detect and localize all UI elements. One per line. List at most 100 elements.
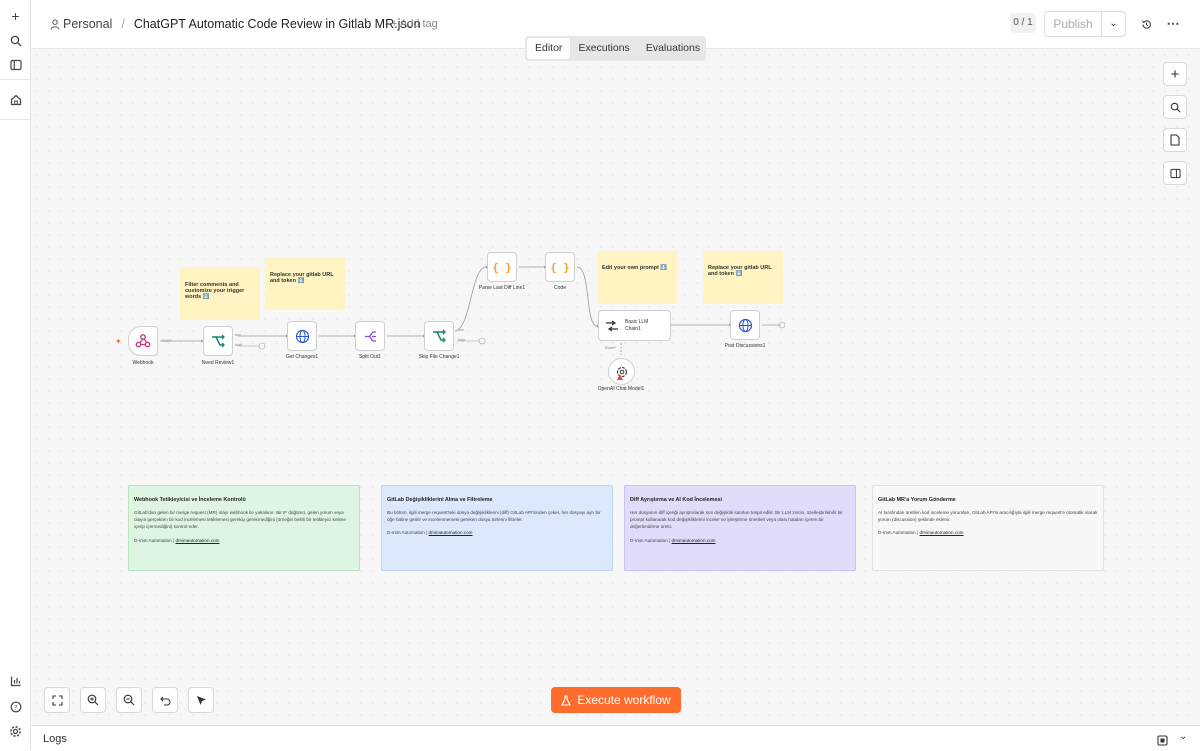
skip-file-change-node[interactable]: [424, 321, 454, 351]
true-port-label: true: [235, 333, 242, 337]
code-braces-icon: { }: [492, 260, 512, 274]
note-footer-link[interactable]: dmimautomation.com: [429, 530, 473, 535]
chevron-down-icon[interactable]: ⌄: [1179, 731, 1187, 742]
history-icon[interactable]: [1136, 14, 1156, 34]
workflow-canvas[interactable]: Filter comments and customize your trigg…: [31, 49, 1200, 725]
webhook-icon: [135, 334, 151, 348]
parse-last-diff-node[interactable]: { }: [487, 252, 517, 282]
view-tabs: Editor Executions Evaluations: [525, 36, 706, 61]
panel-icon[interactable]: [6, 55, 25, 74]
code-node[interactable]: { }: [545, 252, 575, 282]
execute-workflow-label: Execute workflow: [577, 693, 671, 707]
need-review-node[interactable]: [203, 326, 233, 356]
true-port-label: true: [458, 328, 465, 332]
add-tag-button[interactable]: + Add tag: [391, 18, 438, 30]
pointer-icon[interactable]: [188, 687, 214, 713]
tab-editor[interactable]: Editor: [527, 38, 571, 59]
settings-icon[interactable]: [6, 722, 25, 741]
post-discussions-label: Post Discussions1: [724, 343, 766, 349]
post-discussions-node[interactable]: [730, 310, 760, 340]
note-footer-left: D-mim Automation: [134, 537, 172, 543]
note-gitlab-changes[interactable]: GitLab Değişikliklerini Alma ve Filtrele…: [381, 485, 613, 571]
undo-icon[interactable]: [152, 687, 178, 713]
false-port-label: false: [235, 343, 243, 347]
publish-button[interactable]: Publish: [1045, 12, 1101, 36]
chain-links-icon: [606, 320, 618, 331]
code-label: Code: [554, 285, 566, 291]
svg-text:?: ?: [14, 703, 17, 711]
split-out-node[interactable]: [355, 321, 385, 351]
llm-chain-line2: Chain1: [625, 325, 641, 332]
workflow-name[interactable]: ChatGPT Automatic Code Review in Gitlab …: [134, 17, 421, 31]
flask-icon: [561, 694, 572, 706]
trigger-bolt-icon: ✦: [115, 337, 122, 346]
note-diff-ai-review[interactable]: Diff Ayrıştırma ve AI Kod İncelemesi Her…: [624, 485, 856, 571]
note-title: GitLab MR'a Yorum Gönderme: [878, 497, 956, 503]
logs-panel[interactable]: Logs ⌄: [31, 725, 1200, 750]
sticky-gitlab-url-1[interactable]: Replace your gitlab URL and token ⬇️: [265, 257, 345, 310]
split-icon: [364, 330, 376, 342]
false-port-label: false: [458, 338, 466, 342]
home-icon[interactable]: [6, 90, 25, 109]
search-icon[interactable]: [6, 31, 25, 50]
breadcrumb-separator: /: [121, 17, 125, 31]
note-footer-left: D-mim Automation: [387, 530, 425, 536]
tab-evaluations[interactable]: Evaluations: [638, 38, 708, 59]
more-options-icon[interactable]: ⋯: [1163, 14, 1183, 34]
note-footer-left: D-mim Automation: [878, 530, 916, 536]
skip-file-change-label: Skip File Change1: [418, 354, 460, 360]
code-braces-icon: { }: [550, 260, 570, 274]
plus-icon[interactable]: +: [6, 6, 25, 25]
note-footer-link[interactable]: dmimautomation.com: [920, 530, 964, 535]
note-footer-link[interactable]: dmimautomation.com: [672, 538, 716, 543]
popout-icon[interactable]: [1157, 733, 1168, 751]
add-node-icon[interactable]: +: [1163, 62, 1187, 86]
help-icon[interactable]: ?: [6, 697, 25, 716]
webhook-node[interactable]: [128, 326, 158, 356]
openai-model-label: OpenAI Chat Model1: [597, 386, 645, 392]
zoom-out-icon[interactable]: [116, 687, 142, 713]
if-branch-icon: [212, 334, 225, 348]
side-panel-icon[interactable]: [1163, 161, 1187, 185]
project-name[interactable]: Personal: [63, 17, 112, 31]
note-body: GitLab'dan gelen bir merge request (MR) …: [134, 509, 346, 530]
note-title: GitLab Değişikliklerini Alma ve Filtrele…: [387, 497, 493, 503]
note-footer-left: D-mim Automation: [630, 537, 668, 543]
post-port-label: POST: [162, 339, 172, 343]
warning-icon: [617, 374, 623, 380]
note-gitlab-comment[interactable]: GitLab MR'a Yorum Gönderme AI tarafından…: [872, 485, 1104, 571]
sticky-gitlab-url-2[interactable]: Replace your gitlab URL and token ⬇️: [703, 251, 783, 304]
llm-chain-line1: Basic LLM: [625, 319, 649, 325]
globe-icon: [295, 329, 309, 343]
note-body: Her dosyanın diff içeriği ayrıştırılarak…: [630, 509, 843, 530]
note-body: AI tarafından üretilen kod inceleme yoru…: [878, 509, 1098, 522]
basic-llm-chain-node[interactable]: Basic LLM Chain1: [598, 310, 671, 341]
breadcrumb: Personal / ChatGPT Automatic Code Review…: [50, 17, 421, 31]
note-footer-link[interactable]: dmimautomation.com: [176, 538, 220, 543]
need-review-label: Need Review1: [201, 360, 235, 366]
execute-workflow-button[interactable]: Execute workflow: [551, 687, 681, 713]
tab-executions[interactable]: Executions: [570, 38, 637, 59]
get-changes-node[interactable]: [287, 321, 317, 351]
note-title: Webhook Tetikleyicisi ve İnceleme Kontro…: [134, 497, 246, 503]
node-search-icon[interactable]: [1163, 95, 1187, 119]
zoom-in-icon[interactable]: [80, 687, 106, 713]
openai-model-node[interactable]: [608, 358, 635, 385]
note-body: Bu bölüm, ilgili merge request'teki dosy…: [387, 509, 601, 522]
sticky-note-icon[interactable]: [1163, 128, 1187, 152]
model-port-label: Model*: [605, 346, 616, 350]
sticky-edit-prompt[interactable]: Edit your own prompt ⬇️: [597, 251, 678, 304]
publish-control: Publish ⌄: [1044, 11, 1126, 37]
chevron-down-icon[interactable]: ⌄: [1101, 12, 1125, 36]
version-counter: 0 / 1: [1010, 13, 1036, 33]
chart-icon[interactable]: [6, 671, 25, 690]
left-sidebar: + ?: [0, 0, 31, 750]
note-title: Diff Ayrıştırma ve AI Kod İncelemesi: [630, 497, 722, 503]
split-out-label: Split Out1: [359, 354, 381, 360]
webhook-label: Webhook: [132, 360, 154, 366]
fit-view-icon[interactable]: [44, 687, 70, 713]
note-webhook-trigger[interactable]: Webhook Tetikleyicisi ve İnceleme Kontro…: [128, 485, 360, 571]
globe-icon: [738, 318, 752, 332]
sticky-filter-comments[interactable]: Filter comments and customize your trigg…: [180, 267, 260, 320]
if-branch-icon: [433, 329, 446, 343]
